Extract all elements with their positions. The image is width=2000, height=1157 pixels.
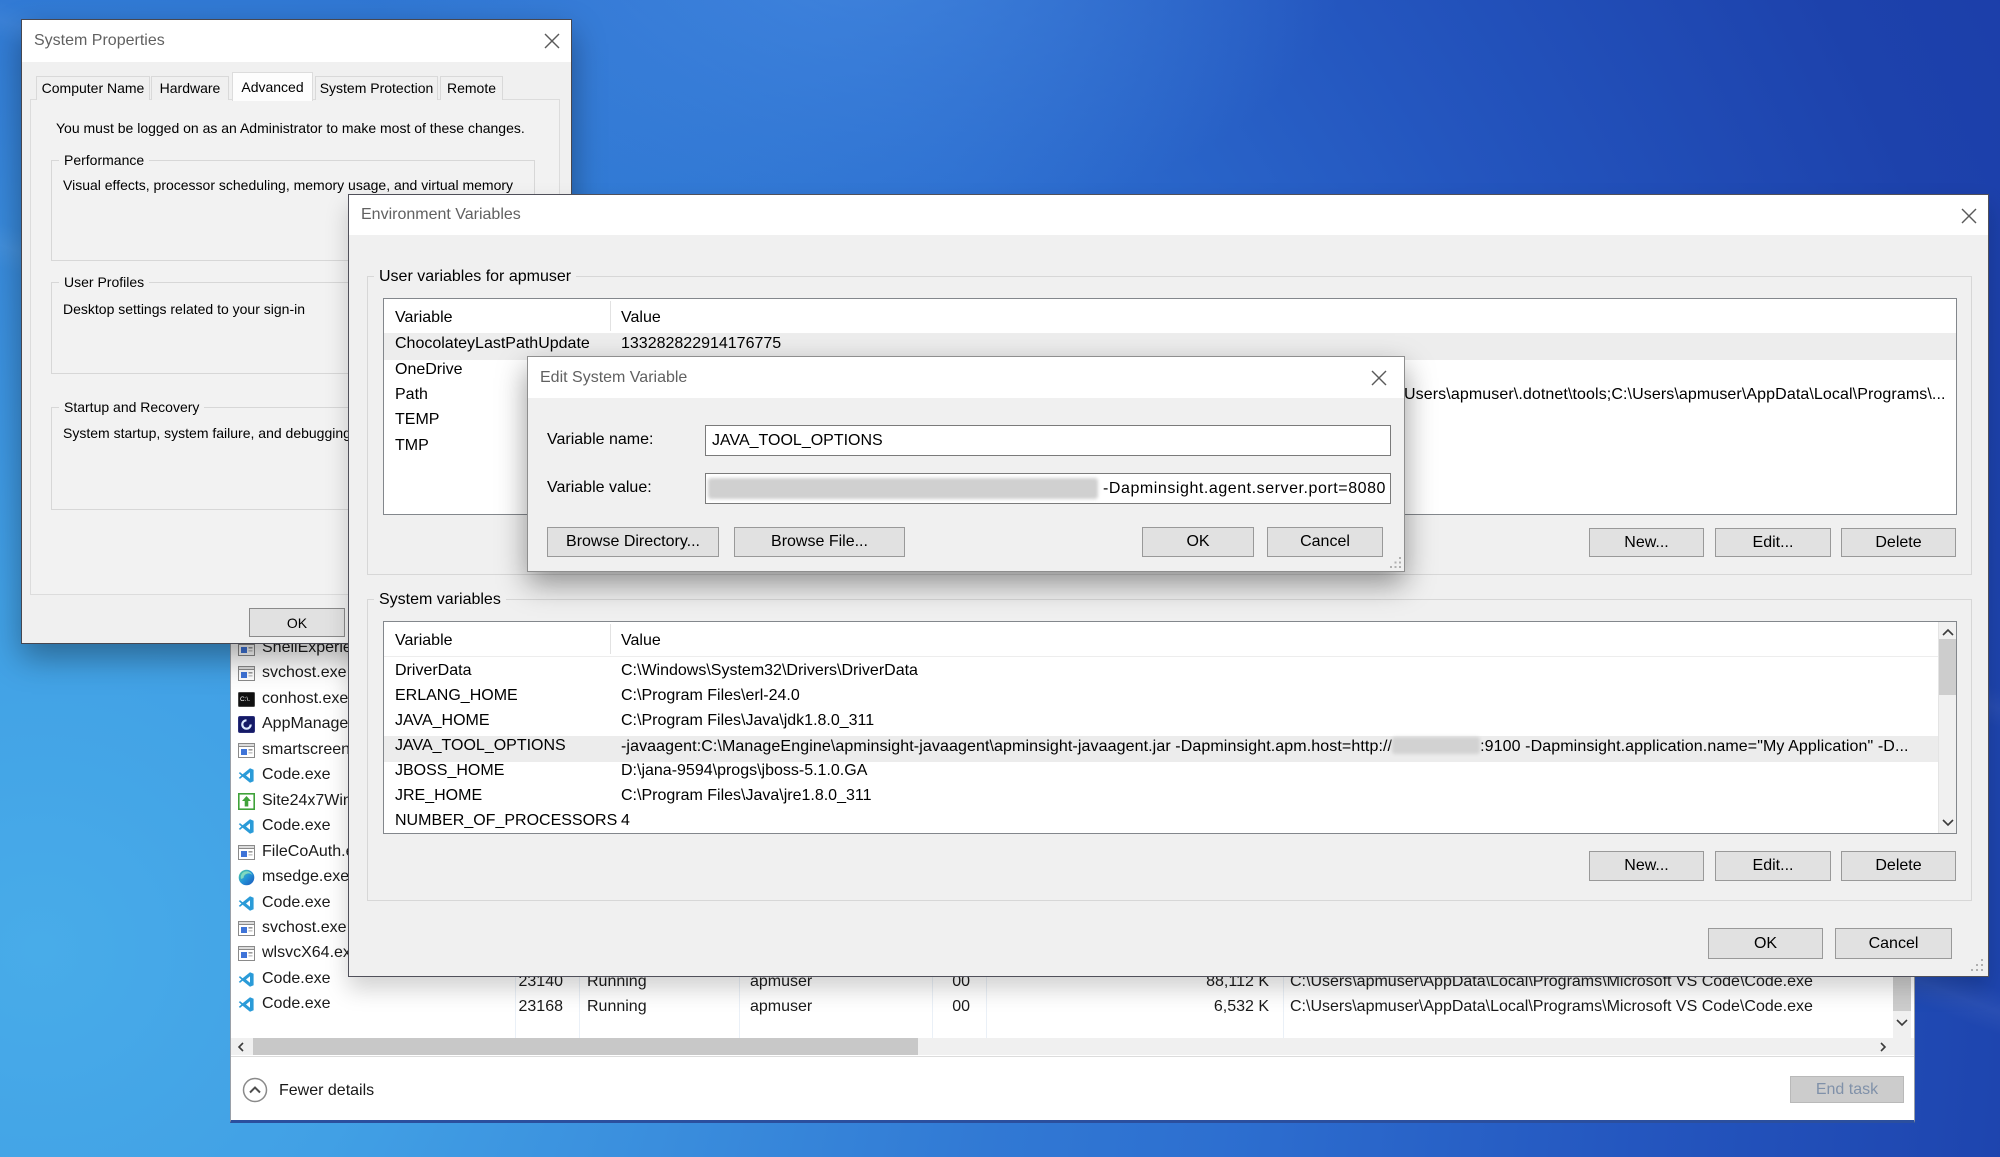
svg-text:C:\.: C:\. (240, 696, 250, 703)
